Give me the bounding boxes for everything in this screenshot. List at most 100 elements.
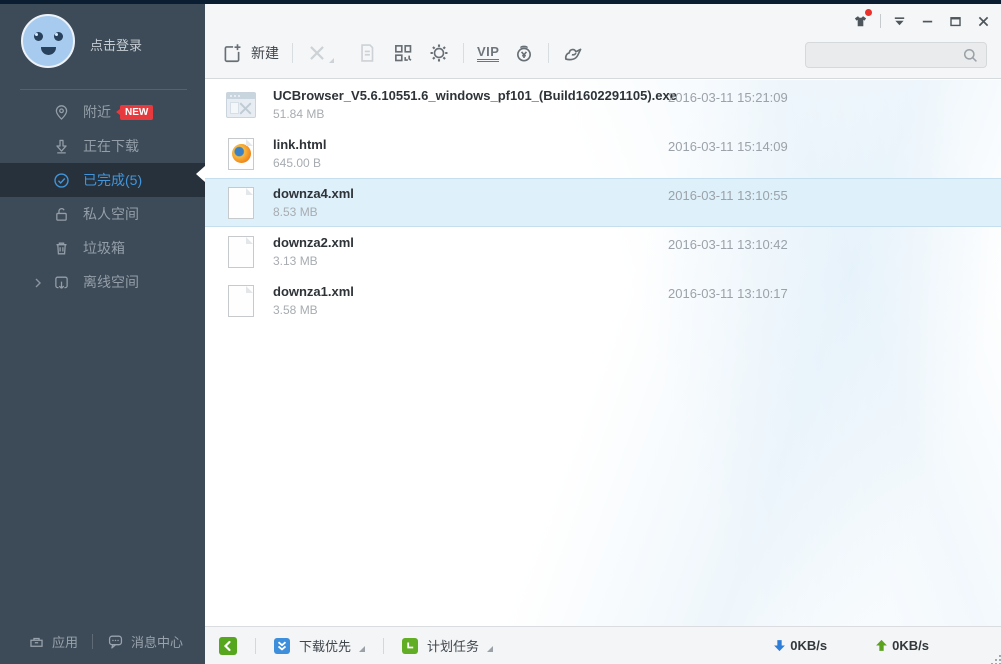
firefox-html-icon (225, 136, 257, 172)
apps-button[interactable]: 应用 (28, 632, 78, 651)
main-header: 新建 VIP (205, 4, 1001, 79)
toolbar: 新建 VIP (221, 37, 584, 69)
skin-button[interactable] (850, 11, 870, 31)
document-plus-icon (221, 42, 243, 64)
upload-speed-value: 0KB/s (892, 638, 929, 653)
wallet-button[interactable] (513, 42, 535, 64)
check-circle-icon (53, 172, 70, 189)
avatar-eye (34, 32, 43, 41)
download-speed: 0KB/s (773, 638, 827, 653)
message-center-button[interactable]: 消息中心 (107, 632, 183, 651)
main-area: 新建 VIP (205, 4, 1001, 664)
user-avatar[interactable] (21, 14, 75, 68)
search-icon[interactable] (962, 47, 979, 64)
gear-icon (428, 42, 450, 64)
sidebar-item-offline-space[interactable]: 离线空间 (0, 265, 205, 299)
scheduled-tasks-button[interactable]: 计划任务 (402, 636, 493, 655)
apps-label: 应用 (52, 632, 78, 651)
location-pin-icon (53, 104, 70, 121)
selection-arrow (196, 166, 205, 182)
sidebar-item-trash[interactable]: 垃圾箱 (0, 231, 205, 265)
sidebar-item-nearby[interactable]: 附近 NEW (0, 95, 205, 129)
sidebar-item-label: 私人空间 (83, 204, 139, 224)
search-input[interactable] (806, 43, 986, 67)
delete-task-button[interactable] (306, 42, 328, 64)
document-icon (356, 42, 378, 64)
xml-file-icon (225, 283, 257, 319)
sidebar-item-label: 离线空间 (83, 272, 139, 292)
toolbar-divider (548, 43, 549, 63)
double-chevron-down-icon (274, 638, 290, 654)
sidebar-item-label: 附近 (83, 102, 111, 122)
file-row[interactable]: downza2.xml 3.13 MB 2016-03-11 13:10:42 (205, 227, 1001, 276)
search-box (805, 42, 987, 68)
sidebar-nav: 附近 NEW 正在下载 已完成(5) 私人空间 (0, 95, 205, 299)
share-button[interactable] (562, 42, 584, 64)
file-name: link.html (273, 136, 326, 153)
collapse-panel-button[interactable] (219, 637, 237, 655)
file-size: 3.13 MB (273, 254, 354, 268)
up-arrow-icon (875, 639, 888, 652)
sidebar-item-private-space[interactable]: 私人空间 (0, 197, 205, 231)
qr-code-icon (392, 42, 414, 64)
new-task-button[interactable]: 新建 (221, 42, 279, 64)
shirt-icon (853, 14, 868, 29)
maximize-button[interactable] (945, 11, 965, 31)
file-row[interactable]: UCBrowser_V5.6.10551.6_windows_pf101_(Bu… (205, 80, 1001, 129)
download-priority-button[interactable]: 下载优先 (274, 636, 365, 655)
avatar-mouth (41, 47, 56, 55)
sidebar-divider (20, 89, 187, 90)
toolbar-divider (463, 43, 464, 63)
statusbar-divider (383, 638, 384, 654)
login-link[interactable]: 点击登录 (90, 35, 142, 54)
sidebar-item-completed[interactable]: 已完成(5) (0, 163, 205, 197)
message-bubble-icon (107, 633, 124, 650)
status-bar: 下载优先 计划任务 0KB/s 0KB/s (205, 626, 1001, 664)
new-badge: NEW (120, 105, 153, 120)
file-row[interactable]: downza1.xml 3.58 MB 2016-03-11 13:10:17 (205, 276, 1001, 325)
file-size: 3.58 MB (273, 303, 354, 317)
download-speed-value: 0KB/s (790, 638, 827, 653)
open-file-button[interactable] (356, 42, 378, 64)
file-name: UCBrowser_V5.6.10551.6_windows_pf101_(Bu… (273, 87, 677, 104)
clock-icon (402, 638, 418, 654)
offline-space-icon (53, 274, 70, 291)
app-window: 点击登录 附近 NEW 正在下载 已完成(5) (0, 0, 1001, 664)
main-menu-icon (892, 14, 907, 29)
speed-indicators: 0KB/s 0KB/s (773, 638, 929, 653)
file-list: UCBrowser_V5.6.10551.6_windows_pf101_(Bu… (205, 80, 1001, 626)
dropdown-caret (359, 646, 365, 652)
scheduled-tasks-label: 计划任务 (427, 636, 479, 655)
close-icon (976, 14, 991, 29)
down-arrow-icon (773, 639, 786, 652)
file-name: downza2.xml (273, 234, 354, 251)
file-date: 2016-03-11 13:10:17 (668, 286, 788, 301)
close-button[interactable] (973, 11, 993, 31)
settings-button[interactable] (428, 42, 450, 64)
message-center-label: 消息中心 (131, 632, 183, 651)
sidebar: 点击登录 附近 NEW 正在下载 已完成(5) (0, 4, 205, 664)
sidebar-item-downloading[interactable]: 正在下载 (0, 129, 205, 163)
money-pouch-icon (513, 42, 535, 64)
resize-grip[interactable] (991, 655, 993, 657)
main-menu-button[interactable] (889, 11, 909, 31)
file-name: downza1.xml (273, 283, 354, 300)
footer-divider (92, 634, 93, 649)
file-date: 2016-03-11 15:21:09 (668, 90, 788, 105)
qr-code-button[interactable] (392, 42, 414, 64)
toolbar-divider (292, 43, 293, 63)
minimize-button[interactable] (917, 11, 937, 31)
avatar-eye (54, 32, 63, 41)
bird-icon (562, 42, 584, 64)
file-row-selected[interactable]: downza4.xml 8.53 MB 2016-03-11 13:10:55 (205, 178, 1001, 227)
download-arrow-icon (53, 138, 70, 155)
new-task-label: 新建 (251, 43, 279, 63)
window-controls (842, 11, 993, 31)
vip-button[interactable]: VIP (477, 45, 499, 62)
file-row[interactable]: link.html 645.00 B 2016-03-11 15:14:09 (205, 129, 1001, 178)
trash-icon (53, 240, 70, 257)
file-size: 51.84 MB (273, 107, 677, 121)
controls-divider (880, 14, 881, 28)
file-date: 2016-03-11 13:10:55 (668, 188, 788, 203)
apps-box-icon (28, 633, 45, 650)
